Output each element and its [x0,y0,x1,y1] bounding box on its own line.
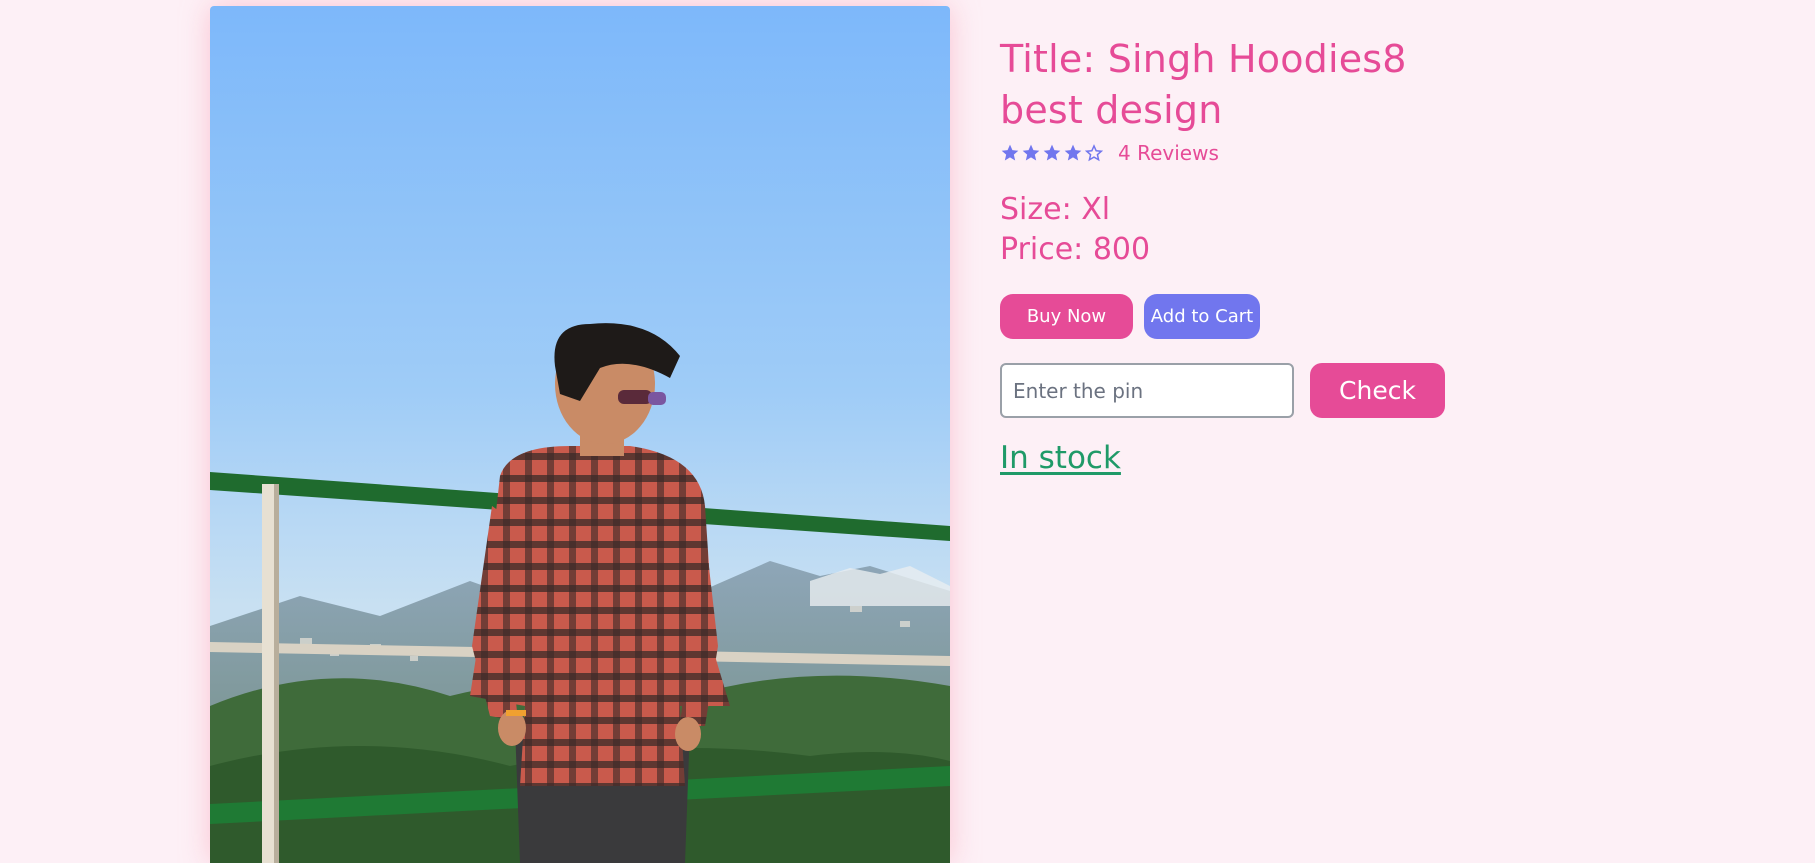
star-rating [1000,143,1104,163]
star-filled-icon [1000,143,1020,163]
reviews-count: 4 Reviews [1118,141,1219,165]
star-filled-icon [1021,143,1041,163]
rating-row: 4 Reviews [1000,140,1460,166]
stock-status-link[interactable]: In stock [1000,440,1121,476]
star-empty-icon [1084,143,1104,163]
product-meta: Size: Xl Price: 800 [1000,190,1460,270]
purchase-actions: Buy Now Add to Cart [1000,294,1460,339]
pincode-checker: Check [1000,363,1460,418]
star-filled-icon [1042,143,1062,163]
product-details: Title: Singh Hoodies8 best design 4 Revi… [1000,34,1460,476]
product-price: Price: 800 [1000,232,1151,267]
check-pin-button[interactable]: Check [1310,363,1445,418]
add-to-cart-button[interactable]: Add to Cart [1144,294,1260,339]
product-page: Title: Singh Hoodies8 best design 4 Revi… [0,0,1815,863]
product-title: Title: Singh Hoodies8 best design [1000,37,1407,132]
pin-input[interactable] [1000,363,1294,418]
product-image [210,6,950,863]
buy-now-button[interactable]: Buy Now [1000,294,1133,339]
star-filled-icon [1063,143,1083,163]
product-photo [210,6,950,863]
product-size: Size: Xl [1000,192,1111,227]
